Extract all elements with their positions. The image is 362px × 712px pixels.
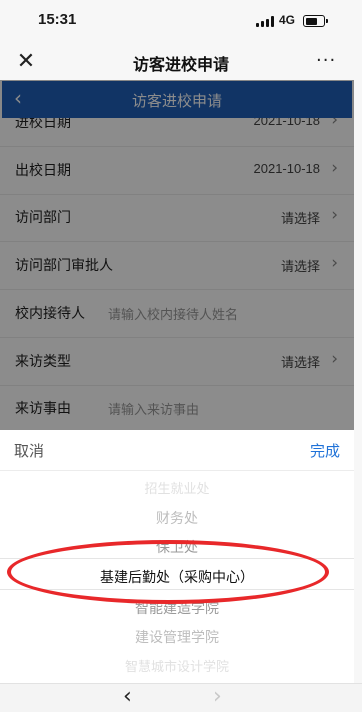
- picker-option[interactable]: 智慧城市设计学院: [0, 656, 354, 675]
- chevron-right-icon[interactable]: ›: [213, 684, 222, 710]
- network-type: 4G: [279, 13, 296, 27]
- more-icon[interactable]: ···: [316, 52, 336, 70]
- picker-option[interactable]: 财务处: [0, 508, 354, 528]
- right-gutter: [354, 80, 362, 430]
- done-button[interactable]: 完成: [310, 440, 340, 461]
- app-bar: ✕ 访客进校申请 ···: [0, 44, 362, 80]
- right-gutter: [354, 430, 362, 711]
- battery-icon: [303, 15, 328, 27]
- chevron-left-icon[interactable]: ‹: [123, 684, 132, 710]
- modal-mask[interactable]: [0, 80, 354, 430]
- status-bar: 15:31 4G: [0, 0, 362, 44]
- cellular-signal-icon: [256, 16, 274, 27]
- highlight-annotation: [7, 540, 329, 604]
- picker-option[interactable]: 招生就业处: [0, 478, 354, 497]
- picker-option[interactable]: 建设管理学院: [0, 627, 354, 647]
- bottom-toolbar: ‹ ›: [0, 683, 362, 712]
- cancel-button[interactable]: 取消: [14, 440, 44, 461]
- status-time: 15:31: [38, 11, 77, 28]
- app-title: 访客进校申请: [132, 55, 229, 74]
- divider: [0, 470, 354, 471]
- department-picker: 取消 完成 招生就业处 财务处 保卫处 基建后勤处（采购中心） 智能建造学院 建…: [0, 430, 354, 711]
